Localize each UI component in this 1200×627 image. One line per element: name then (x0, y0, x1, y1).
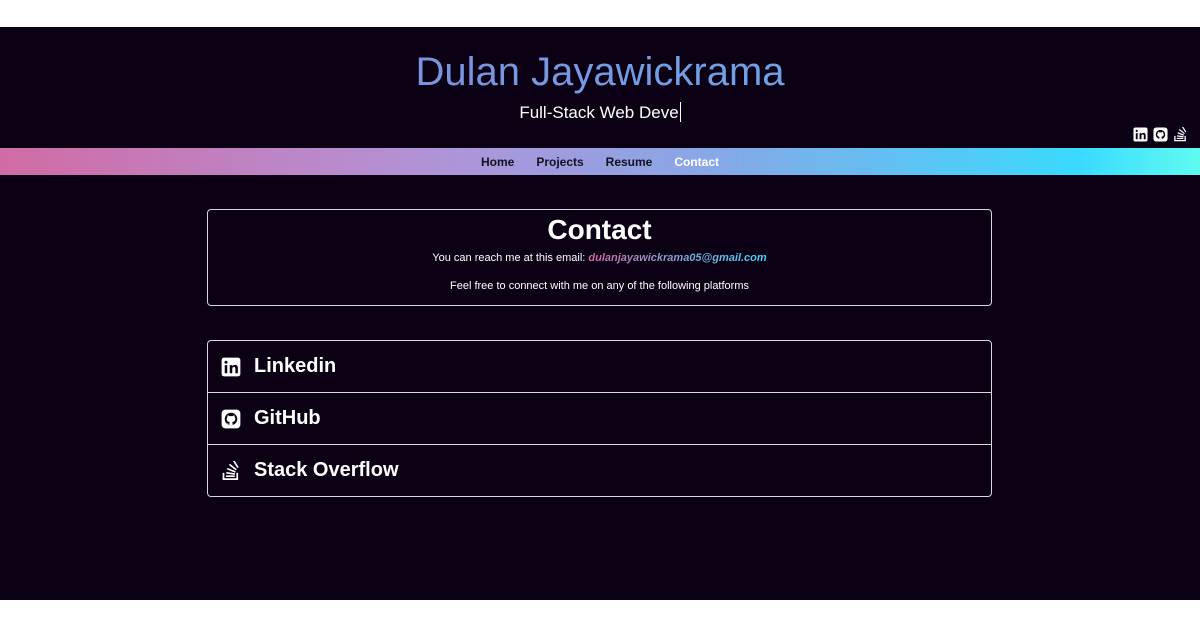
subtitle-text: Full-Stack Web Deve (519, 103, 679, 122)
nav-contact[interactable]: Contact (674, 155, 719, 169)
nav-projects[interactable]: Projects (536, 155, 583, 169)
github-icon[interactable] (1153, 127, 1168, 142)
header: Dulan Jayawickrama Full-Stack Web Deve (0, 27, 1200, 148)
site-title: Dulan Jayawickrama (0, 47, 1200, 97)
platform-list: Linkedin GitHub Stack Overflow (207, 340, 992, 497)
email-prefix: You can reach me at this email: (432, 252, 589, 264)
platform-stackoverflow[interactable]: Stack Overflow (208, 444, 991, 496)
stackoverflow-icon[interactable] (1173, 127, 1188, 142)
email-line: You can reach me at this email: dulanjay… (208, 251, 991, 265)
nav-resume[interactable]: Resume (606, 155, 653, 169)
contact-heading: Contact (547, 214, 652, 245)
email-link[interactable]: dulanjayawickrama05@gmail.com (588, 252, 766, 264)
platform-github[interactable]: GitHub (208, 392, 991, 444)
linkedin-icon[interactable] (1133, 127, 1148, 142)
navbar: Home Projects Resume Contact (0, 148, 1200, 175)
header-social-links (1133, 127, 1188, 142)
contact-card: Contact You can reach me at this email: … (207, 209, 992, 306)
platform-label: Stack Overflow (254, 459, 399, 481)
nav-home[interactable]: Home (481, 155, 514, 169)
platform-label: GitHub (254, 407, 321, 429)
platform-label: Linkedin (254, 355, 337, 377)
linkedin-icon (221, 357, 241, 376)
github-icon (221, 409, 241, 428)
platform-linkedin[interactable]: Linkedin (208, 341, 991, 392)
subtitle-typewriter: Full-Stack Web Deve (0, 102, 1200, 124)
connect-text: Feel free to connect with me on any of t… (450, 280, 749, 292)
page: Dulan Jayawickrama Full-Stack Web Deve H… (0, 27, 1200, 600)
typing-cursor (679, 102, 681, 122)
stackoverflow-icon (222, 460, 239, 480)
